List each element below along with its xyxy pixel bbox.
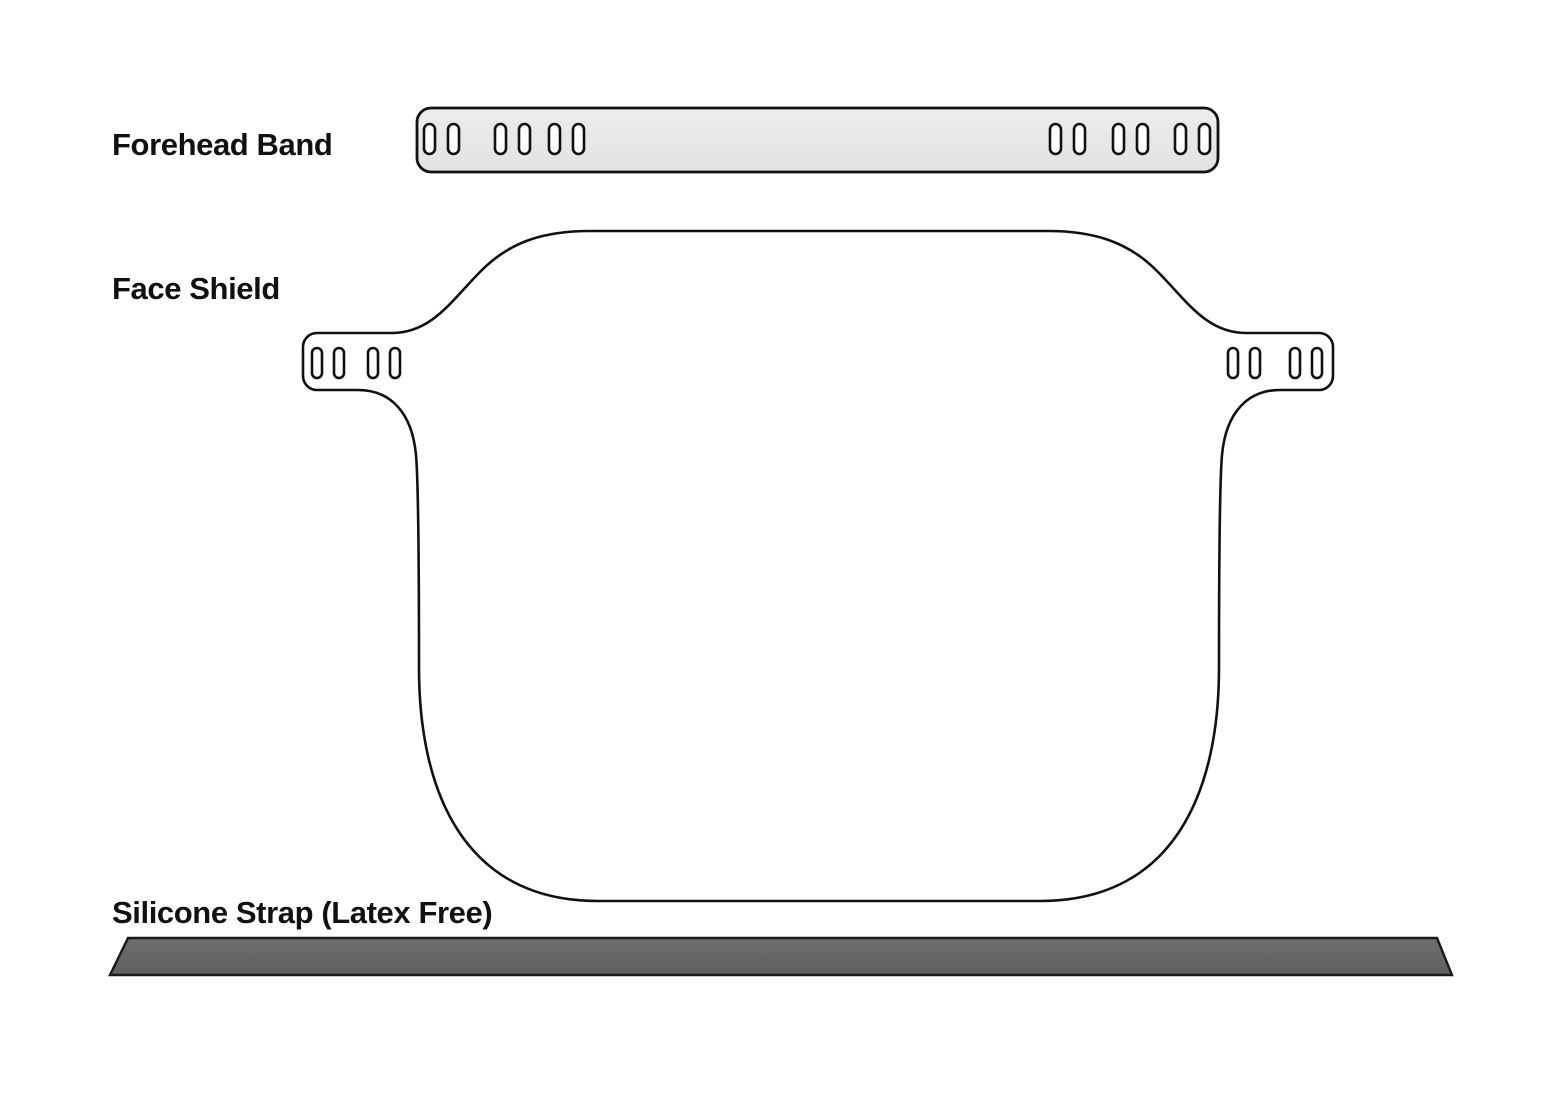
shield-slot[interactable] [388,346,402,380]
forehead-band-label: Forehead Band [112,127,332,162]
silicone-strap-label: Silicone Strap (Latex Free) [112,895,492,930]
shield-slot[interactable] [1288,346,1302,380]
band-slot[interactable] [1197,122,1212,156]
shield-slot[interactable] [1310,346,1324,380]
forehead-band-left-slots[interactable] [422,122,586,156]
band-slot[interactable] [547,122,562,156]
diagram-root: Forehead Band Face Shield Silicone Strap… [0,0,1560,1100]
shield-slot[interactable] [366,346,380,380]
band-slot[interactable] [1048,122,1063,156]
band-slot[interactable] [1072,122,1087,156]
band-slot[interactable] [493,122,508,156]
forehead-band-body[interactable] [415,106,1220,174]
band-slot[interactable] [446,122,461,156]
band-slot[interactable] [1111,122,1126,156]
band-slot[interactable] [1135,122,1150,156]
face-shield-body[interactable] [301,229,1335,903]
band-slot[interactable] [1173,122,1188,156]
band-slot[interactable] [571,122,586,156]
shield-slot[interactable] [1248,346,1262,380]
face-shield-label: Face Shield [112,271,280,306]
shield-slot[interactable] [310,346,324,380]
component-diagram-canvas: Forehead Band Face Shield Silicone Strap… [0,0,1560,1100]
shield-slot[interactable] [332,346,346,380]
band-slot[interactable] [517,122,532,156]
silicone-strap-body[interactable] [108,936,1454,977]
band-slot[interactable] [422,122,437,156]
shield-slot[interactable] [1226,346,1240,380]
